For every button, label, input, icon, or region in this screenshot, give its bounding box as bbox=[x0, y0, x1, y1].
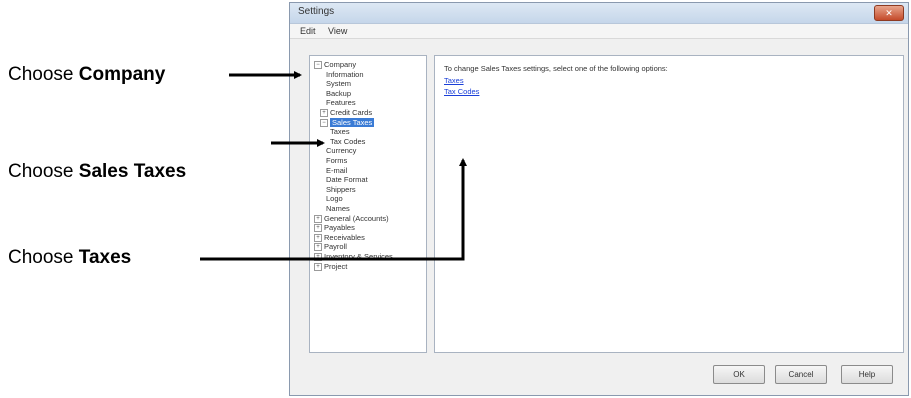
tree-item[interactable]: + Payroll bbox=[314, 242, 347, 252]
callout-prefix: Choose bbox=[8, 161, 79, 182]
tree-item-label: Tax Codes bbox=[330, 136, 366, 146]
taxes-link[interactable]: Taxes bbox=[444, 76, 464, 85]
tree-item[interactable]: Date Format bbox=[326, 175, 368, 185]
tree-item-label: Currency bbox=[326, 146, 357, 156]
tree-item-label: Backup bbox=[326, 88, 352, 98]
tree-item[interactable]: Taxes bbox=[330, 127, 350, 137]
callout-choose-sales-taxes: Choose Sales Taxes bbox=[8, 161, 186, 183]
collapse-icon[interactable]: − bbox=[320, 118, 328, 127]
cancel-button[interactable]: Cancel bbox=[775, 365, 827, 384]
tree-item[interactable]: + Project bbox=[314, 262, 347, 272]
expand-icon[interactable]: + bbox=[314, 233, 322, 242]
tree-item[interactable]: + Payables bbox=[314, 223, 355, 233]
tax-codes-link[interactable]: Tax Codes bbox=[444, 87, 479, 96]
tree-item-label: Receivables bbox=[324, 232, 365, 242]
tree-item[interactable]: + Inventory & Services bbox=[314, 252, 393, 262]
ok-button[interactable]: OK bbox=[713, 365, 765, 384]
tree-item-label: Sales Taxes bbox=[330, 117, 375, 127]
tree-item[interactable]: + Receivables bbox=[314, 233, 365, 243]
tree-item-label: Shippers bbox=[326, 184, 356, 194]
settings-window: Settings ✕ Edit View − Company Information… bbox=[289, 2, 909, 396]
callout-emphasis: Company bbox=[78, 64, 166, 85]
content-description: To change Sales Taxes settings, select o… bbox=[444, 64, 668, 73]
tree-item[interactable]: − Company bbox=[314, 60, 356, 70]
tree-item-label: Taxes bbox=[330, 127, 350, 137]
menu-view[interactable]: View bbox=[328, 26, 347, 36]
tree-item-label: Payroll bbox=[324, 242, 347, 252]
tree-item[interactable]: Shippers bbox=[326, 185, 356, 195]
help-button[interactable]: Help bbox=[841, 365, 893, 384]
tree-item-label: Inventory & Services bbox=[324, 252, 393, 261]
callout-choose-company: Choose Company bbox=[8, 64, 165, 86]
collapse-icon[interactable]: − bbox=[314, 61, 322, 70]
tree-item-label: E-mail bbox=[326, 165, 348, 175]
tree-item[interactable]: Features bbox=[326, 98, 356, 108]
tree-item-label: Project bbox=[324, 261, 348, 271]
close-button[interactable]: ✕ bbox=[874, 5, 904, 21]
callout-choose-taxes: Choose Taxes bbox=[8, 247, 131, 269]
tree-item[interactable]: Backup bbox=[326, 89, 351, 99]
tree-item[interactable]: + Credit Cards bbox=[320, 108, 372, 118]
expand-icon[interactable]: + bbox=[314, 262, 322, 271]
tree-item[interactable]: Information bbox=[326, 70, 364, 80]
tree-item-label: Credit Cards bbox=[330, 108, 373, 117]
callout-prefix: Choose bbox=[8, 64, 79, 85]
tree-item[interactable]: Tax Codes bbox=[330, 137, 365, 147]
menu-edit[interactable]: Edit bbox=[300, 26, 316, 36]
tree-item-label: Names bbox=[326, 204, 350, 213]
content-panel: To change Sales Taxes settings, select o… bbox=[434, 55, 904, 353]
tree-item[interactable]: System bbox=[326, 79, 351, 89]
expand-icon[interactable]: + bbox=[314, 243, 322, 252]
callout-emphasis: Taxes bbox=[78, 247, 132, 268]
tree-item-label: Features bbox=[326, 98, 356, 108]
callout-emphasis: Sales Taxes bbox=[78, 161, 187, 182]
tree-item-label: Forms bbox=[326, 156, 348, 165]
callout-prefix: Choose bbox=[8, 247, 79, 268]
settings-tree[interactable]: − Company Information System Backup Features +… bbox=[309, 55, 427, 353]
tree-item-label: System bbox=[326, 79, 352, 89]
tree-item-label: Company bbox=[324, 60, 357, 69]
tree-item[interactable]: Currency bbox=[326, 146, 356, 156]
tree-item[interactable]: Names bbox=[326, 204, 350, 214]
expand-icon[interactable]: + bbox=[314, 253, 322, 262]
expand-icon[interactable]: + bbox=[320, 109, 328, 118]
window-title: Settings bbox=[298, 6, 335, 17]
expand-icon[interactable]: + bbox=[314, 224, 322, 233]
tree-item-label: Payables bbox=[324, 223, 355, 233]
title-bar: Settings ✕ bbox=[290, 3, 908, 24]
tree-item[interactable]: E-mail bbox=[326, 166, 347, 176]
tree-item-label: Information bbox=[326, 69, 364, 79]
tree-item-label: Date Format bbox=[326, 175, 368, 185]
tree-item-label: Logo bbox=[326, 194, 343, 204]
tree-item[interactable]: + General (Accounts) bbox=[314, 214, 389, 224]
expand-icon[interactable]: + bbox=[314, 214, 322, 223]
tree-item[interactable]: − Sales Taxes bbox=[320, 117, 375, 128]
menu-bar: Edit View bbox=[290, 24, 908, 39]
tree-item[interactable]: Logo bbox=[326, 194, 343, 204]
tree-item-label: General (Accounts) bbox=[324, 213, 389, 223]
tree-item[interactable]: Forms bbox=[326, 156, 347, 166]
